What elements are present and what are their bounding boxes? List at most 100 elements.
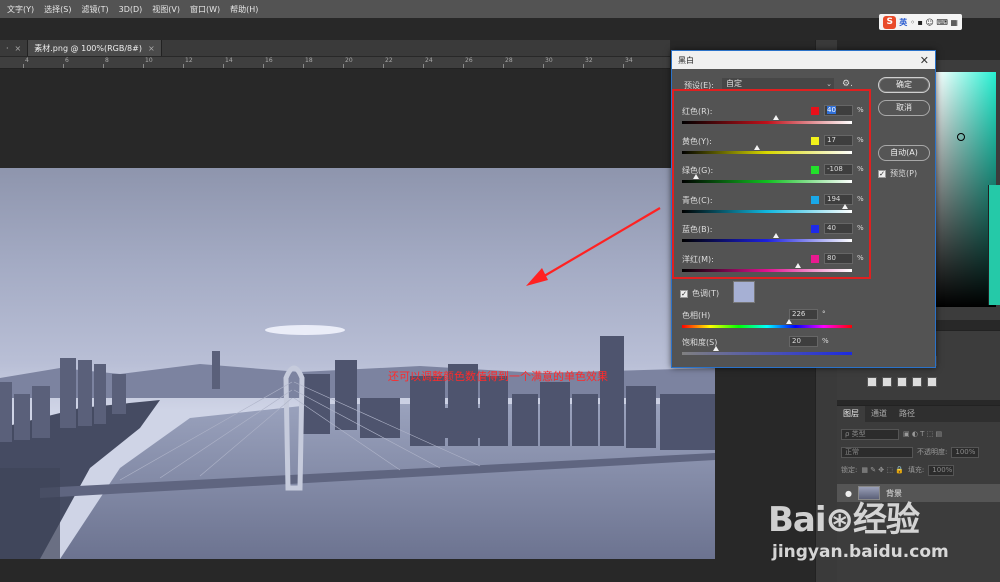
- slider-value-field[interactable]: -108: [824, 164, 853, 176]
- ruler-tick: [383, 64, 384, 68]
- ruler-label: 22: [385, 57, 393, 64]
- menu-type[interactable]: 文字(Y): [2, 4, 39, 15]
- tab-channels[interactable]: 通道: [865, 406, 893, 422]
- ruler-label: 20: [345, 57, 353, 64]
- slider-value: 194: [827, 194, 841, 203]
- close-icon[interactable]: ×: [15, 44, 22, 53]
- color-slider-row: 红色(R): 40%: [682, 105, 867, 136]
- baidu-jingyan-watermark: Bai⊛经验 jingyan.baidu.com: [768, 492, 1000, 582]
- slider-value-field[interactable]: 40: [824, 223, 853, 235]
- menu-select[interactable]: 选择(S): [39, 4, 76, 15]
- saturation-track[interactable]: [682, 352, 852, 355]
- slider-track[interactable]: [682, 150, 852, 154]
- tint-checkbox[interactable]: ✓: [680, 289, 688, 298]
- dialog-titlebar[interactable]: 黑白 ✕: [672, 51, 935, 69]
- ok-button[interactable]: 确定: [878, 77, 930, 93]
- hue-value-field[interactable]: 226: [789, 309, 818, 320]
- adjustment-icon[interactable]: [867, 377, 877, 387]
- slider-value-field[interactable]: 194: [824, 193, 853, 205]
- slider-value: 40: [827, 106, 836, 114]
- adjustment-icon[interactable]: [927, 377, 937, 387]
- tint-toggle[interactable]: ✓ 色调(T): [680, 288, 719, 299]
- preview-label: 预览(P): [890, 169, 918, 178]
- slider-color-swatch: [811, 166, 819, 175]
- preset-value: 自定: [726, 79, 742, 88]
- menu-3d[interactable]: 3D(D): [114, 5, 148, 14]
- gear-icon[interactable]: ⚙.: [842, 79, 853, 89]
- ime-language[interactable]: 英: [899, 17, 907, 28]
- slider-track[interactable]: [682, 180, 852, 184]
- hue-slider-strip[interactable]: [988, 185, 1000, 305]
- watermark-url: jingyan.baidu.com: [772, 542, 949, 562]
- ruler-tick: [343, 64, 344, 68]
- menu-window[interactable]: 窗口(W): [185, 4, 225, 15]
- ruler-tick: [303, 64, 304, 68]
- annotation-text: 还可以调整颜色数值得到一个满意的单色效果: [388, 370, 608, 383]
- ruler-tick: [183, 64, 184, 68]
- slider-track[interactable]: [682, 209, 852, 213]
- ruler-tick: [23, 64, 24, 68]
- doc-tab-previous[interactable]: · ×: [0, 40, 29, 56]
- slider-color-swatch: [811, 136, 819, 145]
- ime-toolbar[interactable]: S 英 ◦ ▪ ☺ ⌨ ▦: [879, 14, 962, 30]
- close-icon[interactable]: ×: [148, 44, 155, 53]
- ruler-tick: [223, 64, 224, 68]
- ruler-tick: [583, 64, 584, 68]
- ruler-tick: [423, 64, 424, 68]
- preview-toggle[interactable]: ✓ 预览(P): [878, 168, 917, 179]
- menu-help[interactable]: 帮助(H): [225, 4, 263, 15]
- tab-layers[interactable]: 图层: [837, 406, 865, 422]
- ruler-tick: [263, 64, 264, 68]
- tab-paths[interactable]: 路径: [893, 406, 921, 422]
- saturation-thumb[interactable]: [713, 346, 719, 351]
- adjustment-icon[interactable]: [897, 377, 907, 387]
- ruler-tick: [543, 64, 544, 68]
- slider-value-field[interactable]: 17: [824, 134, 853, 146]
- horizontal-ruler: 4 6 8 10 12 14 16 18 20 22 24 26 28 30 32 34: [0, 57, 670, 69]
- filter-icons[interactable]: ▣ ◐ T ⬚ ▤: [903, 430, 942, 438]
- adjustment-icon[interactable]: [912, 377, 922, 387]
- slider-thumb[interactable]: [692, 174, 699, 180]
- hue-thumb[interactable]: [786, 319, 793, 324]
- watermark-logo: Bai⊛经验: [768, 500, 920, 540]
- percent-sign: %: [857, 224, 864, 233]
- slider-thumb[interactable]: [772, 233, 779, 239]
- slider-thumb[interactable]: [842, 203, 849, 209]
- menu-filter[interactable]: 滤镜(T): [76, 4, 113, 15]
- slider-thumb[interactable]: [772, 115, 779, 120]
- slider-track[interactable]: [682, 239, 852, 243]
- saturation-value-field[interactable]: 20: [789, 336, 818, 347]
- blend-mode-select[interactable]: 正常: [841, 446, 913, 458]
- doc-tab-active[interactable]: 素材.png @ 100%(RGB/8#) ×: [28, 40, 162, 56]
- slider-track[interactable]: [682, 121, 852, 124]
- color-picker-cursor[interactable]: [957, 133, 965, 141]
- preview-checkbox[interactable]: ✓: [878, 169, 886, 178]
- ruler-label: 10: [145, 57, 153, 64]
- hue-unit: °: [822, 310, 826, 318]
- color-slider-row: 青色(C): 194%: [682, 193, 867, 225]
- percent-sign: %: [857, 254, 864, 262]
- menu-view[interactable]: 视图(V): [147, 4, 185, 15]
- slider-thumb[interactable]: [753, 144, 760, 150]
- close-icon[interactable]: ✕: [920, 54, 929, 67]
- adjustment-icon[interactable]: [882, 377, 892, 387]
- hue-track[interactable]: [682, 325, 852, 328]
- ruler-tick: [63, 64, 64, 68]
- fill-field[interactable]: 100%: [928, 464, 955, 476]
- slider-value-field[interactable]: 80: [824, 253, 853, 264]
- slider-label: 黄色(Y):: [682, 136, 712, 146]
- ruler-label: 8: [105, 57, 109, 64]
- lock-icons[interactable]: ▦ ✎ ✥ ⬚ 🔒: [861, 466, 904, 474]
- slider-thumb[interactable]: [794, 263, 801, 268]
- slider-track[interactable]: [682, 269, 852, 272]
- auto-button[interactable]: 自动(A): [878, 145, 930, 161]
- cancel-button[interactable]: 取消: [878, 100, 930, 116]
- ruler-label: 34: [625, 57, 633, 64]
- opacity-field[interactable]: 100%: [951, 446, 980, 458]
- color-field[interactable]: [936, 72, 996, 307]
- slider-value-field[interactable]: 40: [824, 105, 853, 116]
- layer-kind-filter[interactable]: ρ 类型: [841, 428, 899, 440]
- sogou-icon: S: [883, 15, 897, 29]
- tint-color-swatch[interactable]: [733, 281, 755, 303]
- black-white-dialog: 黑白 ✕ 预设(E): 自定 ⌄ ⚙. 确定 取消 自动(A) ✓ 预览(P) …: [671, 50, 936, 368]
